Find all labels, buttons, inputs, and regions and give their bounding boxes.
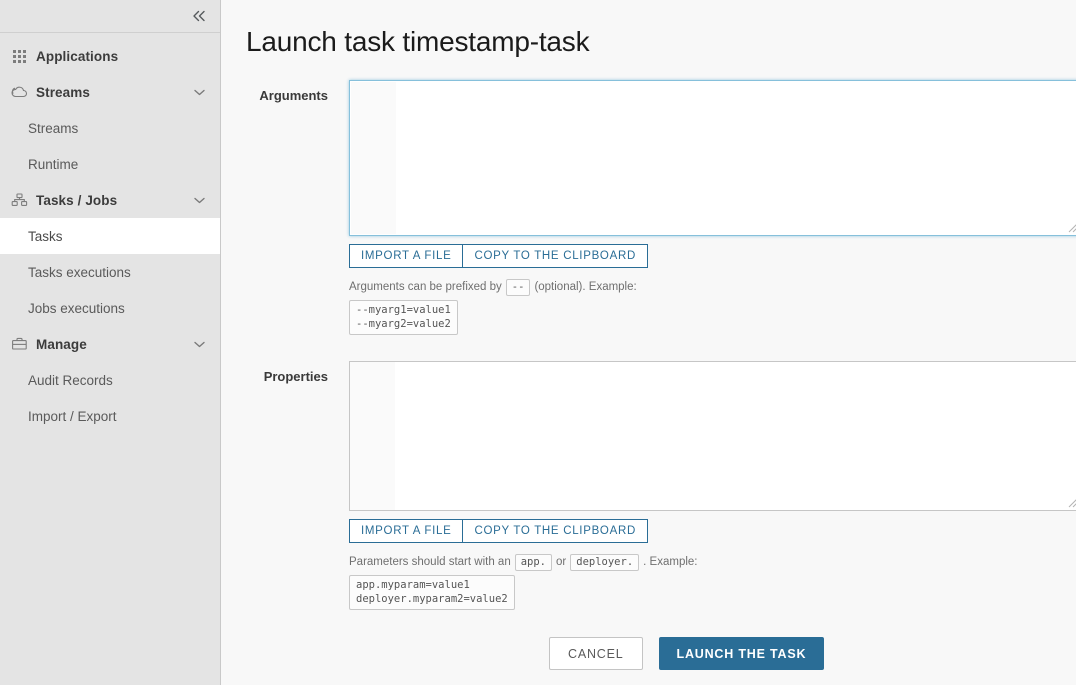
sidebar-item-streams[interactable]: Streams — [0, 110, 220, 146]
properties-hint-mid: or — [556, 556, 567, 568]
sidebar-item-label: Streams — [28, 120, 79, 136]
sidebar-group-tasks-jobs[interactable]: Tasks / Jobs — [0, 182, 220, 218]
properties-hint-after: . Example: — [643, 556, 698, 568]
arguments-example: --myarg1=value1 --myarg2=value2 — [349, 300, 458, 335]
properties-copy-clipboard-button[interactable]: COPY TO THE CLIPBOARD — [462, 519, 648, 543]
properties-hint: Parameters should start with an app. or … — [349, 553, 1076, 571]
sidebar: Applications Streams Streams Runtime Tas… — [0, 0, 221, 685]
arguments-hint: Arguments can be prefixed by -- (optiona… — [349, 278, 1076, 296]
sidebar-item-tasks-executions[interactable]: Tasks executions — [0, 254, 220, 290]
properties-field-body: IMPORT A FILE COPY TO THE CLIPBOARD Para… — [349, 361, 1076, 610]
sidebar-item-label: Audit Records — [28, 372, 113, 388]
properties-button-row: IMPORT A FILE COPY TO THE CLIPBOARD — [349, 519, 1076, 543]
launch-task-form: Arguments IMPORT A FILE COPY TO THE CLIP… — [221, 80, 1076, 670]
form-actions: CANCEL LAUNCH THE TASK — [549, 637, 1076, 670]
arguments-copy-clipboard-button[interactable]: COPY TO THE CLIPBOARD — [462, 244, 648, 268]
double-chevron-left-icon[interactable] — [188, 5, 210, 27]
tasks-icon — [8, 191, 30, 209]
sidebar-header — [0, 0, 220, 33]
sidebar-item-label: Import / Export — [28, 408, 117, 424]
arguments-input[interactable] — [349, 80, 1076, 236]
properties-hint-before: Parameters should start with an — [349, 556, 511, 568]
sidebar-item-import-export[interactable]: Import / Export — [0, 398, 220, 434]
sidebar-item-label: Jobs executions — [28, 300, 125, 316]
arguments-hint-chip: -- — [505, 278, 531, 296]
cancel-button[interactable]: CANCEL — [549, 637, 643, 670]
chevron-down-icon[interactable] — [192, 85, 206, 99]
sidebar-group-label: Streams — [36, 84, 90, 100]
arguments-field-row: Arguments IMPORT A FILE COPY TO THE CLIP… — [221, 80, 1076, 335]
properties-label: Properties — [263, 369, 328, 384]
sidebar-item-label: Runtime — [28, 156, 79, 172]
sidebar-group-label: Manage — [36, 336, 87, 352]
chevron-down-icon[interactable] — [192, 337, 206, 351]
page-title: Launch task timestamp-task — [246, 26, 590, 57]
sidebar-item-jobs-executions[interactable]: Jobs executions — [0, 290, 220, 326]
cloud-icon — [8, 83, 30, 101]
properties-import-file-button[interactable]: IMPORT A FILE — [349, 519, 464, 543]
briefcase-icon — [8, 335, 30, 353]
arguments-textarea-wrapper — [349, 80, 1076, 236]
sidebar-group-manage[interactable]: Manage — [0, 326, 220, 362]
arguments-label: Arguments — [259, 88, 328, 103]
sidebar-group-label: Applications — [36, 48, 119, 64]
sidebar-group-streams[interactable]: Streams — [0, 74, 220, 110]
properties-example: app.myparam=value1 deployer.myparam2=val… — [349, 575, 515, 610]
sidebar-item-label: Tasks executions — [28, 264, 131, 280]
sidebar-item-tasks[interactable]: Tasks — [0, 218, 220, 254]
sidebar-nav: Applications Streams Streams Runtime Tas… — [0, 33, 220, 434]
arguments-hint-before: Arguments can be prefixed by — [349, 281, 502, 293]
arguments-import-file-button[interactable]: IMPORT A FILE — [349, 244, 464, 268]
properties-textarea-wrapper — [349, 361, 1076, 511]
chevron-down-icon[interactable] — [192, 193, 206, 207]
sidebar-item-label: Tasks — [28, 228, 63, 244]
sidebar-group-applications[interactable]: Applications — [0, 38, 220, 74]
arguments-field-body: IMPORT A FILE COPY TO THE CLIPBOARD Argu… — [349, 80, 1076, 335]
sidebar-group-label: Tasks / Jobs — [36, 192, 118, 208]
sidebar-item-audit-records[interactable]: Audit Records — [0, 362, 220, 398]
arguments-hint-after: (optional). Example: — [534, 281, 637, 293]
app-root: Applications Streams Streams Runtime Tas… — [0, 0, 1076, 685]
properties-field-row: Properties IMPORT A FILE COPY TO THE CLI… — [221, 361, 1076, 610]
grid-icon — [8, 47, 30, 65]
sidebar-item-runtime[interactable]: Runtime — [0, 146, 220, 182]
properties-hint-chip-deployer: deployer. — [570, 553, 640, 571]
launch-task-button[interactable]: LAUNCH THE TASK — [658, 637, 825, 670]
main-content: Launch task timestamp-task Arguments IMP… — [221, 0, 1076, 685]
arguments-button-row: IMPORT A FILE COPY TO THE CLIPBOARD — [349, 244, 1076, 268]
properties-input[interactable] — [349, 361, 1076, 511]
properties-hint-chip-app: app. — [514, 553, 553, 571]
